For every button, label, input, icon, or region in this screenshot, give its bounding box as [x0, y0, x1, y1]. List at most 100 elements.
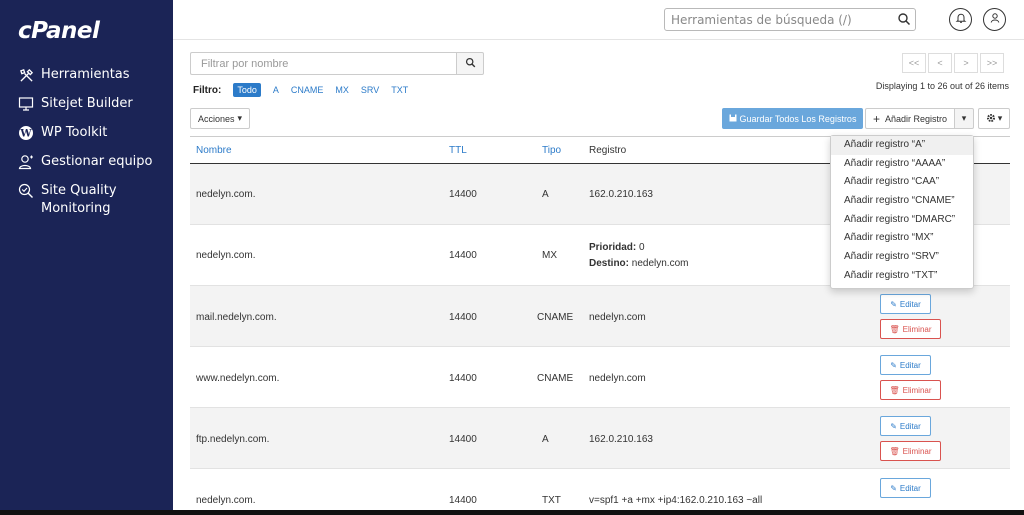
- settings-button[interactable]: ▾: [978, 108, 1010, 129]
- sidebar-item-gestionar-equipo[interactable]: Gestionar equipo: [0, 153, 173, 182]
- window-bottom-edge: [0, 510, 1024, 515]
- delete-button[interactable]: 🗑 Eliminar: [880, 319, 941, 339]
- prev-page-button[interactable]: <: [928, 53, 952, 73]
- trash-icon: 🗑: [889, 324, 900, 334]
- sidebar-nav: Herramientas Sitejet Builder W WP Toolki…: [0, 66, 173, 222]
- search-icon: [465, 55, 476, 73]
- record-type: TXT: [542, 495, 561, 506]
- trash-icon: 🗑: [889, 385, 900, 395]
- edit-label: Editar: [899, 483, 921, 493]
- table-row: www.nedelyn.com. 14400 CNAME nedelyn.com…: [190, 347, 1010, 408]
- record-name: ftp.nedelyn.com.: [196, 434, 270, 445]
- sidebar-item-label: WP Toolkit: [41, 125, 108, 140]
- record-type: A: [542, 189, 549, 200]
- top-bar: Herramientas de búsqueda (/): [173, 0, 1024, 40]
- actions-button[interactable]: Acciones ▾: [190, 108, 250, 129]
- filter-tag-srv[interactable]: SRV: [361, 85, 379, 95]
- record-ttl: 14400: [449, 250, 477, 261]
- menu-item-add-txt[interactable]: Añadir registro “TXT”: [831, 267, 973, 286]
- bell-icon: [955, 11, 967, 29]
- menu-item-add-dmarc[interactable]: Añadir registro “DMARC”: [831, 211, 973, 230]
- delete-label: Eliminar: [902, 385, 932, 395]
- record-value: nedelyn.com: [589, 373, 646, 384]
- edit-button[interactable]: ✎ Editar: [880, 355, 931, 375]
- record-value: 162.0.210.163: [589, 434, 653, 445]
- table-row: ftp.nedelyn.com. 14400 A 162.0.210.163 ✎…: [190, 408, 1010, 469]
- sidebar-item-sitejet[interactable]: Sitejet Builder: [0, 95, 173, 124]
- record-type: A: [542, 434, 549, 445]
- edit-button[interactable]: ✎ Editar: [880, 416, 931, 436]
- filter-label: Filtro:: [193, 84, 222, 96]
- pencil-icon: ✎: [890, 299, 897, 309]
- filter-tag-txt[interactable]: TXT: [391, 85, 408, 95]
- notifications-button[interactable]: [949, 8, 972, 31]
- filter-name-input[interactable]: Filtrar por nombre: [190, 52, 456, 75]
- actions-label: Acciones: [197, 113, 235, 124]
- record-ttl: 14400: [449, 434, 477, 445]
- add-record-button[interactable]: + Añadir Registro: [865, 108, 955, 129]
- destination-label: Destino:: [589, 258, 629, 269]
- edit-label: Editar: [899, 299, 921, 309]
- edit-button[interactable]: ✎ Editar: [880, 294, 931, 314]
- delete-label: Eliminar: [902, 324, 932, 334]
- add-record-label: Añadir Registro: [884, 113, 948, 124]
- filter-search-button[interactable]: [456, 52, 484, 75]
- record-name: nedelyn.com.: [196, 495, 256, 506]
- edit-label: Editar: [899, 360, 921, 370]
- caret-down-icon: ▾: [237, 113, 243, 123]
- filter-tag-a[interactable]: A: [273, 85, 279, 95]
- wordpress-icon: W: [17, 124, 35, 142]
- pagination: << < > >>: [902, 53, 1004, 73]
- sidebar: cPanel Herramientas Sitejet Builder W WP…: [0, 0, 173, 515]
- sidebar-item-label: Herramientas: [41, 67, 130, 82]
- delete-button[interactable]: 🗑 Eliminar: [880, 380, 941, 400]
- record-type: CNAME: [537, 373, 574, 384]
- save-all-label: Guardar Todos Los Registros: [739, 113, 857, 124]
- user-button[interactable]: [983, 8, 1006, 31]
- sidebar-item-wp-toolkit[interactable]: W WP Toolkit: [0, 124, 173, 153]
- svg-text:W: W: [19, 129, 32, 140]
- filter-tag-cname[interactable]: CNAME: [291, 85, 324, 95]
- header-nombre[interactable]: Nombre: [196, 145, 232, 156]
- record-ttl: 14400: [449, 312, 477, 323]
- delete-button[interactable]: 🗑 Eliminar: [880, 441, 941, 461]
- header-tipo[interactable]: Tipo: [542, 145, 561, 156]
- record-name: mail.nedelyn.com.: [196, 312, 277, 323]
- filter-tag-mx[interactable]: MX: [335, 85, 349, 95]
- header-ttl[interactable]: TTL: [449, 145, 467, 156]
- filter-tags: Filtro: Todo A CNAME MX SRV TXT: [193, 83, 408, 97]
- edit-label: Editar: [899, 421, 921, 431]
- search-icon[interactable]: [897, 12, 911, 26]
- record-value: 162.0.210.163: [589, 189, 653, 200]
- team-icon: [17, 153, 35, 171]
- menu-item-add-mx[interactable]: Añadir registro “MX”: [831, 229, 973, 248]
- menu-item-add-cname[interactable]: Añadir registro “CNAME”: [831, 192, 973, 211]
- menu-item-add-srv[interactable]: Añadir registro “SRV”: [831, 248, 973, 267]
- sidebar-item-site-quality[interactable]: Site Quality Monitoring: [0, 182, 173, 222]
- record-ttl: 14400: [449, 189, 477, 200]
- sidebar-item-herramientas[interactable]: Herramientas: [0, 66, 173, 95]
- pencil-icon: ✎: [890, 421, 897, 431]
- table-row: mail.nedelyn.com. 14400 CNAME nedelyn.co…: [190, 286, 1010, 347]
- sidebar-item-label: Sitejet Builder: [41, 96, 133, 111]
- trash-icon: 🗑: [889, 446, 900, 456]
- first-page-button[interactable]: <<: [902, 53, 926, 73]
- menu-item-add-a[interactable]: Añadir registro “A”: [831, 136, 973, 155]
- delete-label: Eliminar: [902, 446, 932, 456]
- menu-item-add-aaaa[interactable]: Añadir registro “AAAA”: [831, 155, 973, 174]
- add-record-dropdown-menu: Añadir registro “A” Añadir registro “AAA…: [830, 135, 974, 289]
- next-page-button[interactable]: >: [954, 53, 978, 73]
- save-icon: [729, 114, 737, 124]
- sitejet-icon: [17, 95, 35, 113]
- table-row: nedelyn.com. 14400 TXT v=spf1 +a +mx +ip…: [190, 469, 1010, 515]
- edit-button[interactable]: ✎ Editar: [880, 478, 931, 498]
- search-input[interactable]: Herramientas de búsqueda (/): [664, 8, 916, 31]
- tools-icon: [17, 66, 35, 84]
- last-page-button[interactable]: >>: [980, 53, 1004, 73]
- cpanel-logo[interactable]: cPanel: [18, 18, 100, 44]
- save-all-button[interactable]: Guardar Todos Los Registros: [722, 108, 863, 129]
- record-destination: Destino: nedelyn.com: [589, 258, 688, 269]
- filter-tag-todo[interactable]: Todo: [233, 83, 261, 97]
- menu-item-add-caa[interactable]: Añadir registro “CAA”: [831, 173, 973, 192]
- add-record-dropdown-toggle[interactable]: ▾: [954, 108, 974, 129]
